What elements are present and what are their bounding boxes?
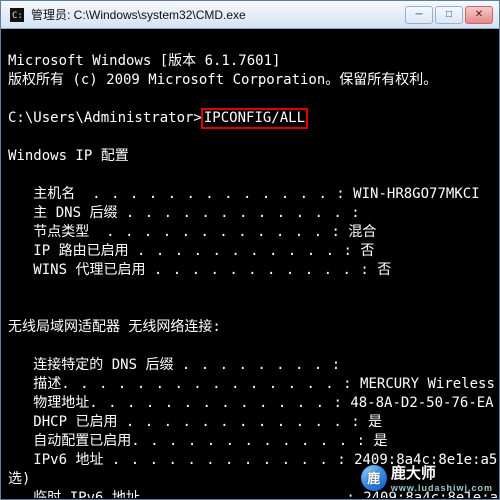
banner-line-1: Microsoft Windows [版本 6.1.7601]	[8, 53, 280, 69]
host-name: 主机名 . . . . . . . . . . . . . : WIN-HR8G…	[8, 186, 480, 202]
adapter-temp-ipv6: 临时 IPv6 地址. . . . . . . . . . . : 2409:8…	[8, 490, 498, 498]
adapter-dhcp: DHCP 已启用 . . . . . . . . . . . . : 是	[8, 414, 382, 430]
command-highlight: IPCONFIG/ALL	[202, 109, 307, 128]
adapter-autocfg: 自动配置已启用. . . . . . . . . . . . : 是	[8, 433, 387, 449]
section-ipconfig: Windows IP 配置	[8, 148, 129, 164]
maximize-button[interactable]: □	[435, 6, 463, 24]
prompt-path: C:\Users\Administrator>	[8, 110, 202, 126]
cmd-window: C: 管理员: C:\Windows\system32\CMD.exe ─ □ …	[0, 0, 500, 500]
host-iprouting: IP 路由已启用 . . . . . . . . . . . : 否	[8, 243, 374, 259]
terminal-output[interactable]: Microsoft Windows [版本 6.1.7601] 版权所有 (c)…	[2, 29, 498, 498]
adapter-pref: 选)	[8, 471, 30, 487]
section-adapter: 无线局域网适配器 无线网络连接:	[8, 319, 221, 335]
host-dns: 主 DNS 后缀 . . . . . . . . . . . . :	[8, 205, 368, 221]
window-title: 管理员: C:\Windows\system32\CMD.exe	[31, 6, 403, 23]
cmd-icon: C:	[9, 7, 25, 23]
adapter-mac: 物理地址. . . . . . . . . . . . . : 48-8A-D2…	[8, 395, 494, 411]
minimize-button[interactable]: ─	[405, 6, 433, 24]
svg-text:C:: C:	[12, 11, 23, 21]
host-wins: WINS 代理已启用 . . . . . . . . . . . : 否	[8, 262, 391, 278]
close-button[interactable]: ✕	[465, 6, 493, 24]
adapter-dns-suffix: 连接特定的 DNS 后缀 . . . . . . . . :	[8, 357, 349, 373]
adapter-desc: 描述. . . . . . . . . . . . . . . : MERCUR…	[8, 376, 498, 392]
host-node: 节点类型 . . . . . . . . . . . . : 混合	[8, 224, 376, 240]
window-controls: ─ □ ✕	[403, 6, 493, 24]
banner-line-2: 版权所有 (c) 2009 Microsoft Corporation。保留所有…	[8, 72, 437, 88]
titlebar[interactable]: C: 管理员: C:\Windows\system32\CMD.exe ─ □ …	[1, 1, 499, 29]
prompt-line: C:\Users\Administrator>IPCONFIG/ALL	[8, 110, 307, 126]
adapter-ipv6: IPv6 地址 . . . . . . . . . . . . : 2409:8…	[8, 452, 498, 468]
